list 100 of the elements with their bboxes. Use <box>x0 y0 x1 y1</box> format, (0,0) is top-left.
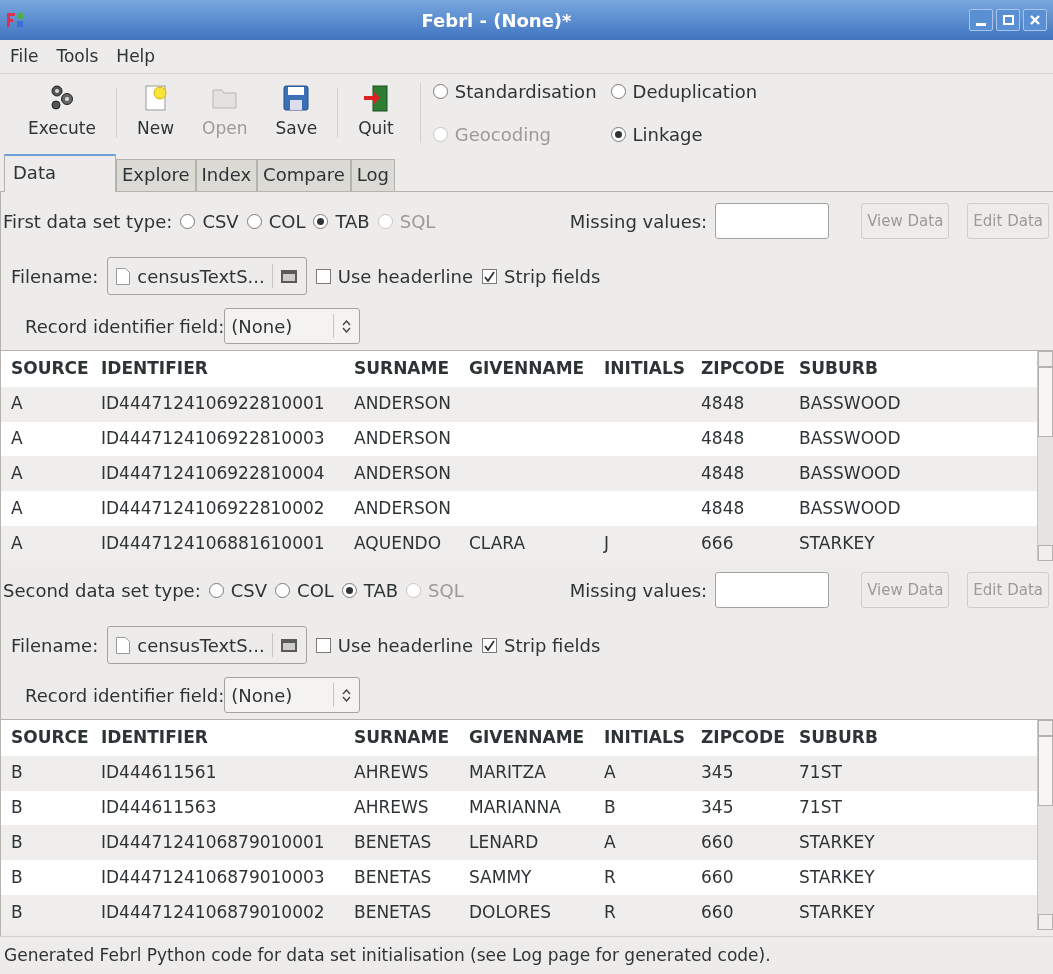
tab[interactable]: Index <box>195 159 258 191</box>
column-header[interactable]: SOURCE <box>11 725 101 751</box>
table-cell-text: B <box>11 831 24 855</box>
tab[interactable]: Data <box>4 154 116 192</box>
check-icon <box>484 639 496 651</box>
field-label: Filename: <box>11 264 99 289</box>
column-header[interactable]: GIVENNAME <box>469 356 604 382</box>
column-header[interactable]: ZIPCODE <box>701 725 799 751</box>
menu-item[interactable]: Help <box>112 43 160 70</box>
column-header[interactable]: GIVENNAME <box>469 725 604 751</box>
radio-button[interactable]: TAB <box>313 207 370 235</box>
table-cell-text: ID444611563 <box>101 796 218 820</box>
radio-button[interactable]: Standardisation <box>432 78 597 105</box>
table-cell-text: AQUENDO <box>354 531 443 555</box>
table-cell-text: ANDERSON <box>354 496 452 520</box>
table-cell-text: 660 <box>701 865 735 889</box>
field-label: Second data set type: <box>3 578 201 603</box>
tab[interactable]: Explore <box>116 159 196 191</box>
table-cell-text: 666 <box>701 531 735 555</box>
table-cell-text: SAMMY <box>469 865 533 889</box>
column-header[interactable]: ZIPCODE <box>701 356 799 382</box>
table-cell-text: R <box>604 900 617 924</box>
maximize-button[interactable] <box>996 9 1020 31</box>
file-chooser-button[interactable]: censusTextS... <box>107 257 307 295</box>
minimize-button[interactable] <box>969 9 993 31</box>
folder-icon <box>279 637 298 653</box>
column-header[interactable]: SURNAME <box>354 356 469 382</box>
checkbox[interactable]: Strip fields <box>482 631 601 659</box>
field-label: Record identifier field: <box>25 314 225 339</box>
checkbox[interactable]: Use headerline <box>315 631 474 659</box>
radio-button[interactable]: CSV <box>180 207 239 235</box>
column-header[interactable]: IDENTIFIER <box>101 725 354 751</box>
table-cell-text: DOLORES <box>469 900 553 924</box>
tab[interactable]: Compare <box>257 159 351 191</box>
table-cell-text: ID4447124106879010002 <box>101 900 326 924</box>
check-icon <box>484 270 496 282</box>
table-cell-text: B <box>604 796 617 820</box>
table-cell-text: ID4447124106879010001 <box>101 831 326 855</box>
table-cell-text: ANDERSON <box>354 427 452 451</box>
table-cell-text: ID4447124106922810001 <box>101 392 326 416</box>
table-cell-text: A <box>11 427 24 451</box>
table-cell-text: CLARA <box>469 531 527 555</box>
app-logo-icon <box>6 11 24 29</box>
up-down-arrows-icon <box>342 319 352 333</box>
column-header[interactable]: SUBURB <box>799 356 1037 382</box>
menu-item[interactable]: Tools <box>52 43 103 70</box>
table-cell-text: 4848 <box>701 392 746 416</box>
table-cell-text: STARKEY <box>799 831 876 855</box>
checkbox[interactable]: Use headerline <box>315 262 474 290</box>
scrollbar[interactable] <box>1037 351 1053 561</box>
table-cell-text: 660 <box>701 831 735 855</box>
radio-button[interactable]: Deduplication <box>610 78 758 105</box>
tab[interactable]: Log <box>350 159 395 191</box>
toolbar-button[interactable]: Save <box>261 84 332 142</box>
table-cell-text: ID4447124106922810003 <box>101 427 326 451</box>
field-label: Missing values: <box>569 209 708 234</box>
column-header[interactable]: INITIALS <box>604 725 701 751</box>
radio-button[interactable]: COL <box>246 207 306 235</box>
column-header[interactable]: SURNAME <box>354 725 469 751</box>
status-bar: Generated Febrl Python code for data set initialisation (see Log page for generated code). <box>0 936 1053 974</box>
table-cell-text: BENETAS <box>354 831 433 855</box>
table-cell-text: ID4447124106881610001 <box>101 531 326 555</box>
table-cell-text: J <box>604 531 610 555</box>
dropdown[interactable]: (None) <box>224 308 361 344</box>
radio-button[interactable]: TAB <box>341 576 399 604</box>
table-cell-text: ID444611561 <box>101 761 218 785</box>
field-label: First data set type: <box>3 209 173 234</box>
input-field[interactable] <box>715 203 830 239</box>
table-cell-text: A <box>11 462 24 486</box>
table-cell-text: 345 <box>701 796 735 820</box>
file-chooser-button[interactable]: censusTextS... <box>107 626 307 664</box>
scrollbar[interactable] <box>1037 720 1053 930</box>
table-cell-text: B <box>11 796 24 820</box>
table-cell-text: R <box>604 865 617 889</box>
column-header[interactable]: SUBURB <box>799 725 1037 751</box>
table-cell-text: B <box>11 900 24 924</box>
radio-button[interactable]: CSV <box>208 576 268 604</box>
field-label: Missing values: <box>569 578 708 603</box>
gears-icon <box>48 84 76 113</box>
close-button[interactable] <box>1023 9 1047 31</box>
table-cell-text: BENETAS <box>354 865 433 889</box>
toolbar-button[interactable]: New <box>123 84 189 142</box>
table-cell-text: MARIANNA <box>469 796 562 820</box>
table-cell-text: MARITZA <box>469 761 547 785</box>
column-header[interactable]: IDENTIFIER <box>101 356 354 382</box>
table-cell-text: ANDERSON <box>354 462 452 486</box>
radio-button[interactable]: COL <box>275 576 334 604</box>
radio-button[interactable]: Linkage <box>610 121 758 148</box>
toolbar-button[interactable]: Quit <box>344 84 408 142</box>
toolbar-button[interactable]: Execute <box>14 84 110 142</box>
up-down-arrows-icon <box>342 688 352 702</box>
table-cell-text: LENARD <box>469 831 540 855</box>
menu-item[interactable]: File <box>6 43 43 70</box>
input-field[interactable] <box>715 572 830 608</box>
column-header[interactable]: INITIALS <box>604 356 701 382</box>
column-header[interactable]: SOURCE <box>11 356 101 382</box>
dropdown[interactable]: (None) <box>224 677 361 713</box>
table-cell-text: BASSWOOD <box>799 462 902 486</box>
checkbox[interactable]: Strip fields <box>482 262 601 290</box>
field-label: Filename: <box>11 633 99 658</box>
